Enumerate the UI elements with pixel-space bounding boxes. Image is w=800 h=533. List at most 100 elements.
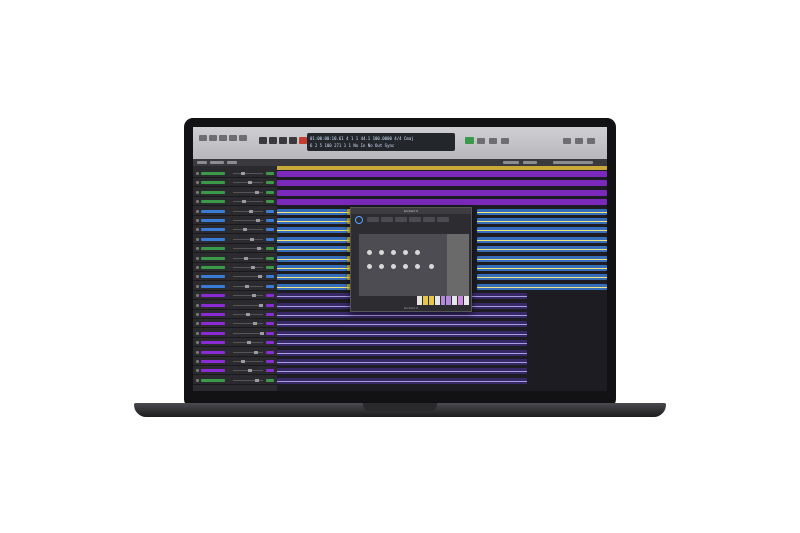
volume-slider[interactable] — [233, 266, 263, 269]
volume-slider[interactable] — [233, 275, 263, 279]
mute-button[interactable] — [196, 266, 199, 269]
region[interactable] — [277, 189, 607, 196]
track-header[interactable] — [193, 367, 277, 376]
volume-slider[interactable] — [233, 237, 263, 241]
track-header[interactable] — [193, 283, 277, 291]
mute-button[interactable] — [196, 303, 199, 307]
tuner-button[interactable] — [477, 138, 485, 144]
knob[interactable] — [415, 250, 420, 255]
plugin-tab[interactable] — [409, 217, 421, 222]
mute-button[interactable] — [196, 172, 199, 175]
plugin-tab[interactable] — [367, 217, 379, 222]
volume-slider[interactable] — [233, 228, 263, 232]
knob[interactable] — [429, 264, 434, 269]
track-header[interactable] — [193, 255, 277, 263]
plugin-tab[interactable] — [423, 217, 435, 222]
volume-slider[interactable] — [233, 200, 263, 204]
knob[interactable] — [403, 250, 408, 255]
keyboard[interactable] — [417, 296, 470, 305]
volume-slider[interactable] — [233, 378, 263, 382]
track-header[interactable] — [193, 179, 277, 188]
track-header[interactable] — [193, 189, 277, 197]
track-header[interactable] — [193, 226, 277, 235]
mute-button[interactable] — [196, 228, 199, 232]
mute-button[interactable] — [196, 181, 199, 185]
mute-button[interactable] — [196, 350, 199, 354]
plugin-tab[interactable] — [395, 217, 407, 222]
functions-menu[interactable] — [210, 161, 224, 164]
list-editors-button[interactable] — [563, 138, 571, 144]
region[interactable] — [277, 199, 607, 206]
lcd-display[interactable]: 01:00:00:10.61 4 1 1 44.1 100.0000 4/4 C… — [307, 133, 455, 151]
mute-button[interactable] — [196, 322, 199, 326]
timeline-ruler[interactable] — [277, 166, 607, 170]
stop-button[interactable] — [279, 137, 287, 144]
track-header[interactable] — [193, 292, 277, 301]
region[interactable] — [277, 180, 607, 187]
knob[interactable] — [391, 264, 396, 269]
mute-button[interactable] — [196, 256, 199, 260]
volume-slider[interactable] — [233, 247, 263, 251]
mixer-button[interactable] — [239, 135, 247, 141]
track-header[interactable] — [193, 170, 277, 178]
count-in-button[interactable] — [489, 138, 497, 144]
track-header[interactable] — [193, 339, 277, 348]
smart-controls-button[interactable] — [229, 135, 237, 141]
record-button[interactable] — [299, 137, 307, 144]
volume-slider[interactable] — [233, 172, 263, 175]
mute-button[interactable] — [196, 200, 199, 204]
loop-browser-button[interactable] — [587, 138, 595, 144]
rewind-button[interactable] — [259, 137, 267, 144]
region[interactable] — [277, 171, 607, 177]
notepad-button[interactable] — [575, 138, 583, 144]
mute-button[interactable] — [196, 331, 199, 335]
plugin-window[interactable]: Kontakt 6 Kontakt 6 — [350, 207, 472, 312]
library-button[interactable] — [199, 135, 207, 141]
mute-button[interactable] — [196, 219, 199, 222]
snap-menu[interactable] — [503, 161, 519, 164]
mute-button[interactable] — [196, 313, 199, 316]
volume-slider[interactable] — [233, 219, 263, 222]
cycle-toggle[interactable] — [465, 137, 474, 144]
knob[interactable] — [403, 264, 408, 269]
volume-slider[interactable] — [233, 369, 263, 373]
mute-button[interactable] — [196, 341, 199, 345]
track-header[interactable] — [193, 377, 277, 385]
volume-slider[interactable] — [233, 322, 263, 326]
track-header[interactable] — [193, 208, 277, 216]
track-header[interactable] — [193, 198, 277, 207]
track-header[interactable] — [193, 264, 277, 272]
mute-button[interactable] — [196, 294, 199, 298]
volume-slider[interactable] — [233, 256, 263, 260]
volume-slider[interactable] — [233, 294, 263, 298]
track-header[interactable] — [193, 302, 277, 310]
knob[interactable] — [379, 250, 384, 255]
track-header[interactable] — [193, 358, 277, 366]
mute-button[interactable] — [196, 275, 199, 279]
view-menu[interactable] — [227, 161, 237, 164]
track-header[interactable] — [193, 311, 277, 319]
drag-menu[interactable] — [523, 161, 537, 164]
edit-menu[interactable] — [197, 161, 207, 164]
volume-slider[interactable] — [233, 313, 263, 316]
mute-button[interactable] — [196, 369, 199, 373]
track-header[interactable] — [193, 349, 277, 357]
knob[interactable] — [367, 264, 372, 269]
volume-slider[interactable] — [233, 341, 263, 345]
volume-slider[interactable] — [233, 350, 263, 354]
track-header[interactable] — [193, 273, 277, 282]
power-icon[interactable] — [355, 216, 363, 224]
volume-slider[interactable] — [233, 303, 263, 307]
track-header[interactable] — [193, 236, 277, 244]
mute-button[interactable] — [196, 284, 199, 288]
track-header[interactable] — [193, 245, 277, 254]
volume-slider[interactable] — [233, 190, 263, 194]
inspector-button[interactable] — [209, 135, 217, 141]
knob[interactable] — [379, 264, 384, 269]
zoom-slider[interactable] — [553, 161, 593, 164]
play-button[interactable] — [289, 137, 297, 144]
mute-button[interactable] — [196, 237, 199, 241]
plugin-tab[interactable] — [437, 217, 449, 222]
track-header[interactable] — [193, 217, 277, 225]
plugin-tab[interactable] — [381, 217, 393, 222]
